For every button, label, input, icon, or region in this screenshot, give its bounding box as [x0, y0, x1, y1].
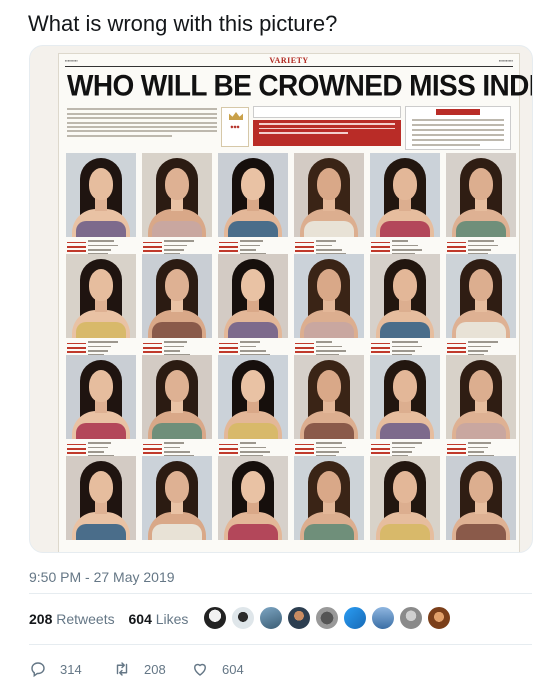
reply-icon: [31, 662, 45, 678]
tweet-actions: 314 208 604: [29, 659, 329, 679]
voting-info-box: [405, 106, 511, 150]
contestant-photo: [370, 456, 440, 540]
newspaper-masthead: ▪▪▪▪▪▪▪▪▪ VARIETY ▪▪▪▪▪▪▪▪▪▪: [65, 56, 513, 65]
avatar[interactable]: [315, 606, 339, 630]
contestant-photo: [294, 456, 364, 540]
newspaper-intro-paragraph: [67, 106, 217, 150]
contestant-photo: [370, 153, 440, 237]
avatar[interactable]: [343, 606, 367, 630]
likes-label: Likes: [155, 611, 189, 627]
avatar[interactable]: [259, 606, 283, 630]
contestant-photo: [218, 355, 288, 439]
likes-stat[interactable]: 604 Likes: [129, 611, 189, 627]
newspaper-paper-name: ▪▪▪▪▪▪▪▪▪▪: [498, 58, 513, 63]
contestant-photo: [294, 153, 364, 237]
pageant-logo-mark: ◆◆◆: [230, 124, 240, 129]
contestant-card: [66, 456, 136, 552]
contestant-photo: [446, 456, 516, 540]
avatar[interactable]: [203, 606, 227, 630]
contestant-photo: [142, 254, 212, 338]
contestant-photo: [142, 456, 212, 540]
contestant-card: [142, 456, 212, 552]
retweets-label: Retweets: [56, 611, 115, 627]
contestant-photo: [142, 355, 212, 439]
contestant-photo: [294, 254, 364, 338]
contestant-photo: [66, 254, 136, 338]
contestant-card: [294, 456, 364, 552]
crown-icon: [229, 112, 243, 120]
contestant-photo: [66, 153, 136, 237]
heart-icon: [194, 663, 206, 676]
contestant-card: [218, 456, 288, 552]
avatar[interactable]: [399, 606, 423, 630]
retweet-button[interactable]: 208: [113, 659, 166, 679]
newspaper-page: ▪▪▪▪▪▪▪▪▪ VARIETY ▪▪▪▪▪▪▪▪▪▪ WHO WILL BE…: [59, 54, 532, 552]
contestant-card: [370, 456, 440, 552]
like-count: 604: [222, 661, 244, 677]
contestant-photo: [142, 153, 212, 237]
voting-info-heading: [436, 109, 480, 115]
contestant-photo: [446, 355, 516, 439]
tweet-text: What is wrong with this picture?: [28, 11, 338, 36]
avatar[interactable]: [231, 606, 255, 630]
retweet-count: 208: [144, 661, 166, 677]
like-button[interactable]: 604: [191, 659, 244, 679]
retweets-stat[interactable]: 208 Retweets: [29, 611, 115, 627]
contestant-photo: [294, 355, 364, 439]
divider-top: [29, 593, 532, 594]
contestant-photo: [370, 355, 440, 439]
newspaper-section-label: VARIETY: [269, 56, 309, 65]
reply-count: 314: [60, 661, 82, 677]
retweet-icon: [116, 662, 128, 676]
tweet-timestamp[interactable]: 9:50 PM - 27 May 2019: [29, 569, 175, 585]
contestant-photo-grid: [66, 153, 516, 552]
engagement-stats: 208 Retweets 604 Likes: [29, 611, 188, 627]
ticket-info-box: [253, 106, 401, 150]
newspaper-date-line: ▪▪▪▪▪▪▪▪▪: [65, 58, 78, 63]
avatar[interactable]: [287, 606, 311, 630]
contestant-card: [446, 456, 516, 552]
contestant-photo: [218, 456, 288, 540]
contestant-photo: [218, 153, 288, 237]
newspaper-headline: WHO WILL BE CROWNED MISS INDIA THIS YEAR…: [67, 69, 532, 102]
contestant-photo: [446, 254, 516, 338]
contestant-photo: [446, 153, 516, 237]
retweets-count: 208: [29, 611, 53, 627]
contestant-photo: [66, 355, 136, 439]
reply-button[interactable]: 314: [29, 659, 82, 679]
contestant-photo: [370, 254, 440, 338]
ticket-info-banner: [253, 120, 401, 146]
pageant-logo: ◆◆◆: [221, 107, 249, 147]
tweet-media-image[interactable]: ▪▪▪▪▪▪▪▪▪ VARIETY ▪▪▪▪▪▪▪▪▪▪ WHO WILL BE…: [29, 45, 533, 553]
contestant-photo: [66, 456, 136, 540]
avatar[interactable]: [371, 606, 395, 630]
divider-bottom: [29, 644, 532, 645]
ticket-info-heading: [253, 106, 401, 118]
contestant-photo: [218, 254, 288, 338]
avatar[interactable]: [427, 606, 451, 630]
likes-count: 604: [128, 611, 152, 627]
